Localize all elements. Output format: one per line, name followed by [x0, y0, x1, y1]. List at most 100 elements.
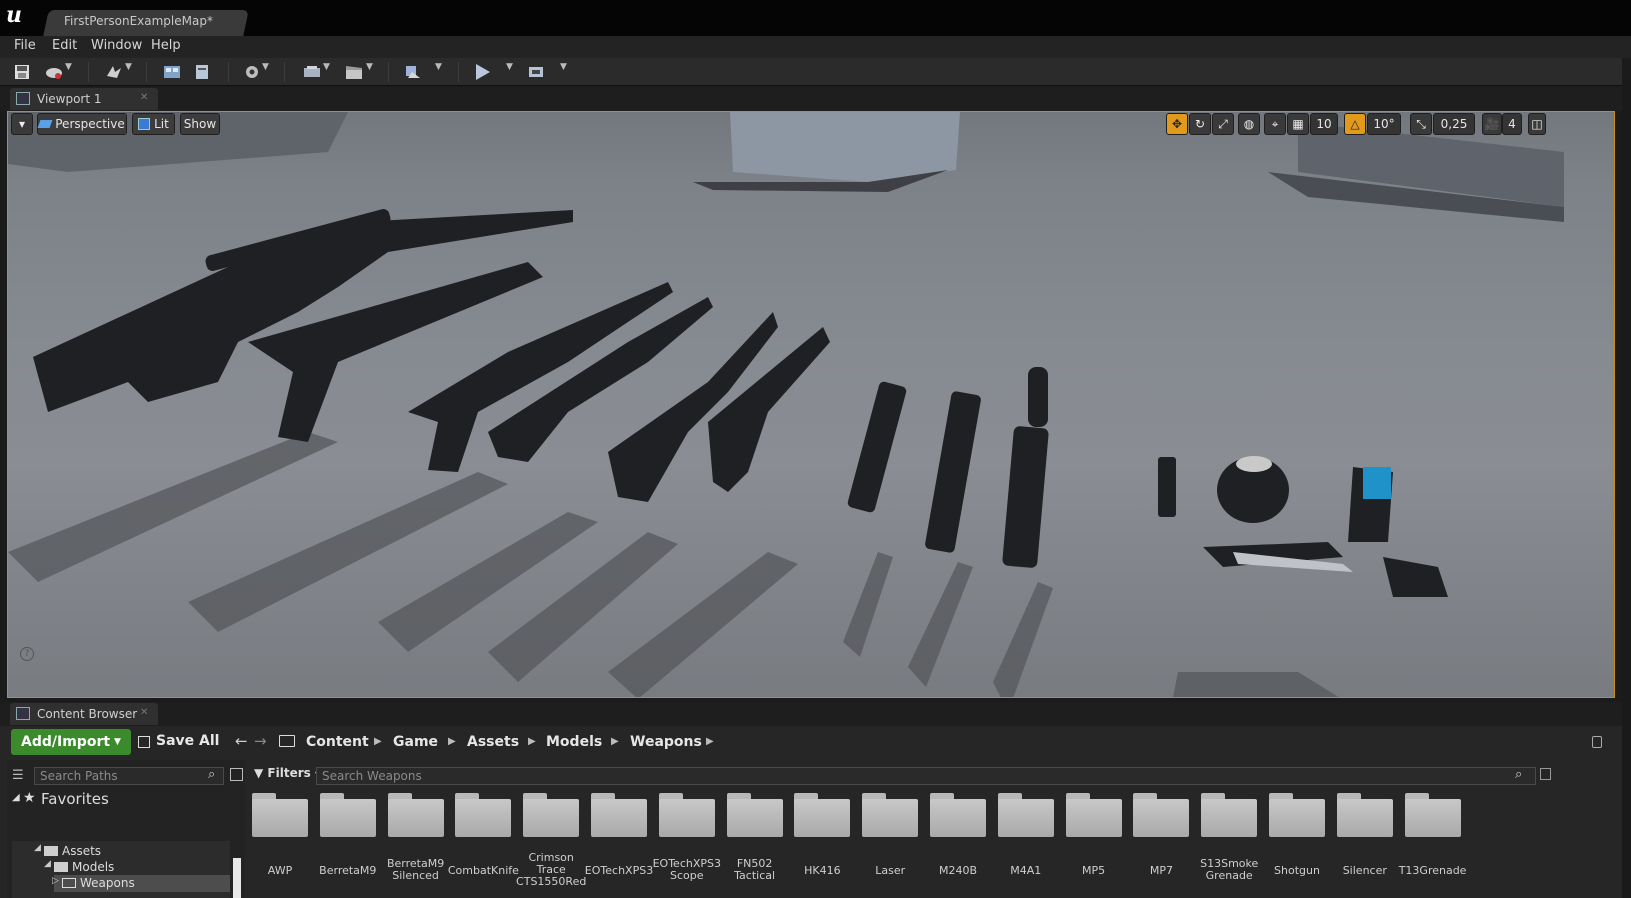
grid-snap-value[interactable]: 10: [1310, 113, 1338, 135]
tree-item-models[interactable]: Models: [72, 860, 114, 874]
scale-snap-icon[interactable]: ⤡: [1410, 113, 1432, 135]
chevron-down-icon[interactable]: ▼: [262, 62, 269, 72]
scale-tool-icon[interactable]: ⤢: [1212, 113, 1234, 135]
settings-gear-icon[interactable]: [240, 60, 264, 84]
chevron-down-icon[interactable]: ▼: [65, 62, 72, 72]
lock-icon[interactable]: [1592, 736, 1602, 748]
folder-label[interactable]: CombatKnife: [445, 865, 521, 877]
folder-label[interactable]: M240B: [920, 865, 996, 877]
folder-label[interactable]: HK416: [784, 865, 860, 877]
filters-button[interactable]: ▼ Filters ▼: [254, 766, 321, 780]
folder-label[interactable]: Silencer: [1327, 865, 1403, 877]
breadcrumb-arrow-icon[interactable]: ▶: [374, 736, 382, 747]
folder-tile[interactable]: [1336, 793, 1393, 837]
folder-label[interactable]: MP7: [1123, 865, 1199, 877]
camera-speed-value[interactable]: 4: [1502, 113, 1522, 135]
rotation-snap-value[interactable]: 10°: [1367, 113, 1401, 135]
save-search-icon[interactable]: [1540, 768, 1551, 780]
world-local-icon[interactable]: ◍: [1238, 113, 1260, 135]
folder-label[interactable]: Shotgun: [1259, 865, 1335, 877]
play-icon[interactable]: [470, 60, 494, 84]
chevron-down-icon[interactable]: ▼: [506, 62, 513, 72]
folder-tile[interactable]: [591, 793, 647, 837]
breadcrumb-content[interactable]: Content: [306, 734, 369, 750]
expand-arrow-icon[interactable]: ◢: [12, 792, 20, 803]
rotate-tool-icon[interactable]: ↻: [1189, 113, 1211, 135]
folder-label[interactable]: BerretaM9: [310, 865, 386, 877]
folder-tile[interactable]: [523, 793, 580, 837]
folder-tile[interactable]: [455, 793, 512, 837]
breadcrumb-models[interactable]: Models: [546, 734, 602, 750]
folder-tile[interactable]: [794, 793, 851, 837]
show-button[interactable]: Show: [180, 113, 220, 135]
folder-label[interactable]: FN502 Tactical: [717, 858, 793, 882]
folder-tile[interactable]: [930, 793, 986, 837]
folder-label[interactable]: T13Grenade: [1395, 865, 1471, 877]
folder-label[interactable]: EOTechXPS3: [581, 865, 657, 877]
save-icon[interactable]: [10, 60, 34, 84]
expand-arrow-icon[interactable]: ◢: [34, 843, 41, 853]
lit-button[interactable]: Lit: [132, 113, 175, 135]
launch-icon[interactable]: [525, 60, 549, 84]
breadcrumb-arrow-icon[interactable]: ▶: [706, 736, 714, 747]
folder-label[interactable]: Laser: [852, 865, 928, 877]
surface-snap-icon[interactable]: ⌖: [1264, 113, 1286, 135]
folder-tile[interactable]: [1269, 793, 1325, 837]
folder-label[interactable]: AWP: [242, 865, 318, 877]
build-icon[interactable]: [400, 60, 424, 84]
chevron-down-icon[interactable]: ▼: [323, 62, 330, 72]
folder-label[interactable]: EOTechXPS3 Scope: [649, 858, 725, 882]
back-arrow-icon[interactable]: ←: [235, 732, 248, 750]
menu-file[interactable]: File: [14, 38, 36, 53]
scale-snap-value[interactable]: 0,25: [1433, 113, 1475, 135]
breadcrumb-weapons[interactable]: Weapons: [630, 734, 702, 750]
chevron-down-icon[interactable]: ▼: [366, 62, 373, 72]
perspective-button[interactable]: Perspective: [37, 113, 127, 135]
folder-tile[interactable]: [726, 793, 783, 837]
grid-snap-icon[interactable]: ▦: [1287, 113, 1309, 135]
search-paths-input[interactable]: Search Paths: [34, 767, 224, 785]
folder-tile[interactable]: [658, 793, 715, 837]
maximize-viewport-icon[interactable]: ◫: [1528, 113, 1546, 135]
level-viewport[interactable]: ▾ Perspective Lit Show ✥ ↻ ⤢ ◍ ⌖ ▦ 10 △ …: [7, 111, 1615, 698]
folder-label[interactable]: Crimson Trace CTS1550Red: [513, 852, 589, 888]
path-view-options-icon[interactable]: [230, 768, 243, 781]
breadcrumb-arrow-icon[interactable]: ▶: [448, 736, 456, 747]
menu-window[interactable]: Window: [91, 38, 142, 53]
breadcrumb-assets[interactable]: Assets: [467, 734, 519, 750]
folder-tile[interactable]: [1133, 793, 1190, 837]
search-weapons-input[interactable]: Search Weapons: [316, 767, 1536, 785]
tree-scrollbar[interactable]: [233, 858, 241, 898]
search-icon[interactable]: ⌕: [1515, 767, 1522, 782]
folder-tile[interactable]: [1065, 793, 1122, 837]
folder-tile[interactable]: [862, 793, 919, 837]
rotation-snap-icon[interactable]: △: [1344, 113, 1366, 135]
folder-tile[interactable]: [319, 793, 376, 837]
marketplace-icon[interactable]: [190, 60, 214, 84]
viewport-options-chevron-icon[interactable]: ▾: [11, 113, 33, 135]
chevron-down-icon[interactable]: ▼: [435, 62, 442, 72]
camera-speed-icon[interactable]: 🎥: [1482, 113, 1502, 135]
close-icon[interactable]: ✕: [140, 707, 148, 718]
folder-tile[interactable]: [387, 793, 444, 837]
search-icon[interactable]: ⌕: [208, 767, 215, 782]
folder-label[interactable]: S13Smoke Grenade: [1191, 858, 1267, 882]
folder-label[interactable]: M4A1: [988, 865, 1064, 877]
menu-help[interactable]: Help: [151, 38, 181, 53]
folder-tile[interactable]: [1404, 793, 1461, 837]
folder-tile[interactable]: [1201, 793, 1258, 837]
forward-arrow-icon[interactable]: →: [254, 732, 267, 750]
translate-tool-icon[interactable]: ✥: [1166, 113, 1188, 135]
content-icon[interactable]: [160, 60, 184, 84]
tree-item-assets[interactable]: Assets: [62, 844, 101, 858]
expand-arrow-icon[interactable]: ▷: [52, 876, 59, 886]
folder-tile[interactable]: [252, 793, 308, 837]
folder-label[interactable]: MP5: [1056, 865, 1132, 877]
breadcrumb-game[interactable]: Game: [393, 734, 438, 750]
folder-tile[interactable]: [997, 793, 1054, 837]
favorites-label[interactable]: Favorites: [41, 790, 109, 808]
chevron-down-icon[interactable]: ▼: [560, 62, 567, 72]
chevron-down-icon[interactable]: ▼: [125, 62, 132, 72]
close-icon[interactable]: ✕: [140, 92, 148, 103]
help-icon[interactable]: ?: [20, 647, 34, 661]
